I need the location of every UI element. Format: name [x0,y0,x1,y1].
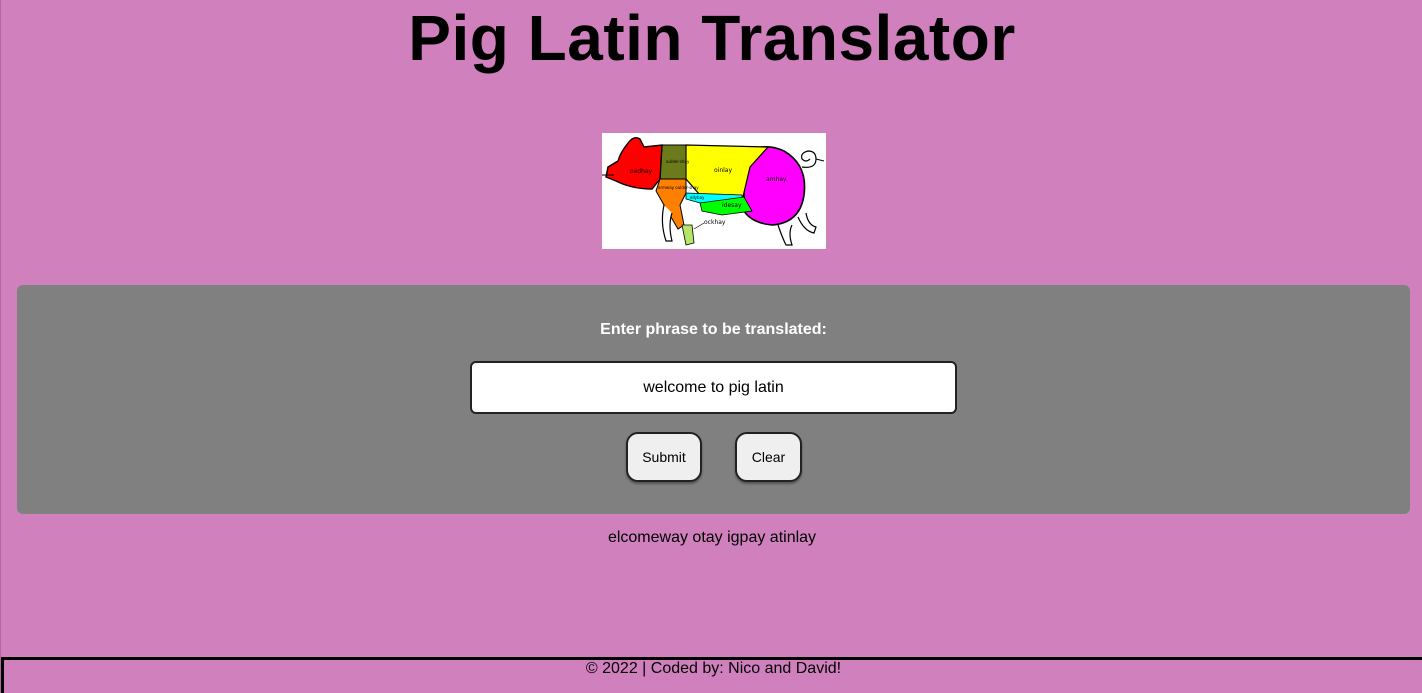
label-loin: oinlay [714,167,732,174]
label-arm: armway oulder-shay [658,185,699,190]
page-title: Pig Latin Translator [408,2,1016,74]
translator-panel: Enter phrase to be translated: Submit Cl… [17,285,1410,514]
label-shoulder: oulder-shay [666,159,690,164]
clear-button[interactable]: Clear [735,432,802,482]
hock-cut [681,224,695,246]
label-ham: amhay [766,176,787,183]
phrase-prompt-label: Enter phrase to be translated: [600,321,827,338]
label-hock: ockhay [704,219,726,226]
submit-button[interactable]: Submit [626,432,702,482]
footer-credits: © 2022 | Coded by: Nico and David! [585,660,842,677]
translation-result: elcomeway otay igpay atinlay [607,529,817,546]
label-head: oadhay [630,168,653,175]
phrase-input[interactable] [470,361,957,414]
footer: © 2022 | Coded by: Nico and David! [1,657,1422,693]
head-cut [605,136,663,190]
pig-diagram-image: oadhay oulder-shay oinlay amhay armway o… [602,133,826,249]
label-belly: ellybay [690,195,705,200]
label-side: idesay [722,202,742,209]
